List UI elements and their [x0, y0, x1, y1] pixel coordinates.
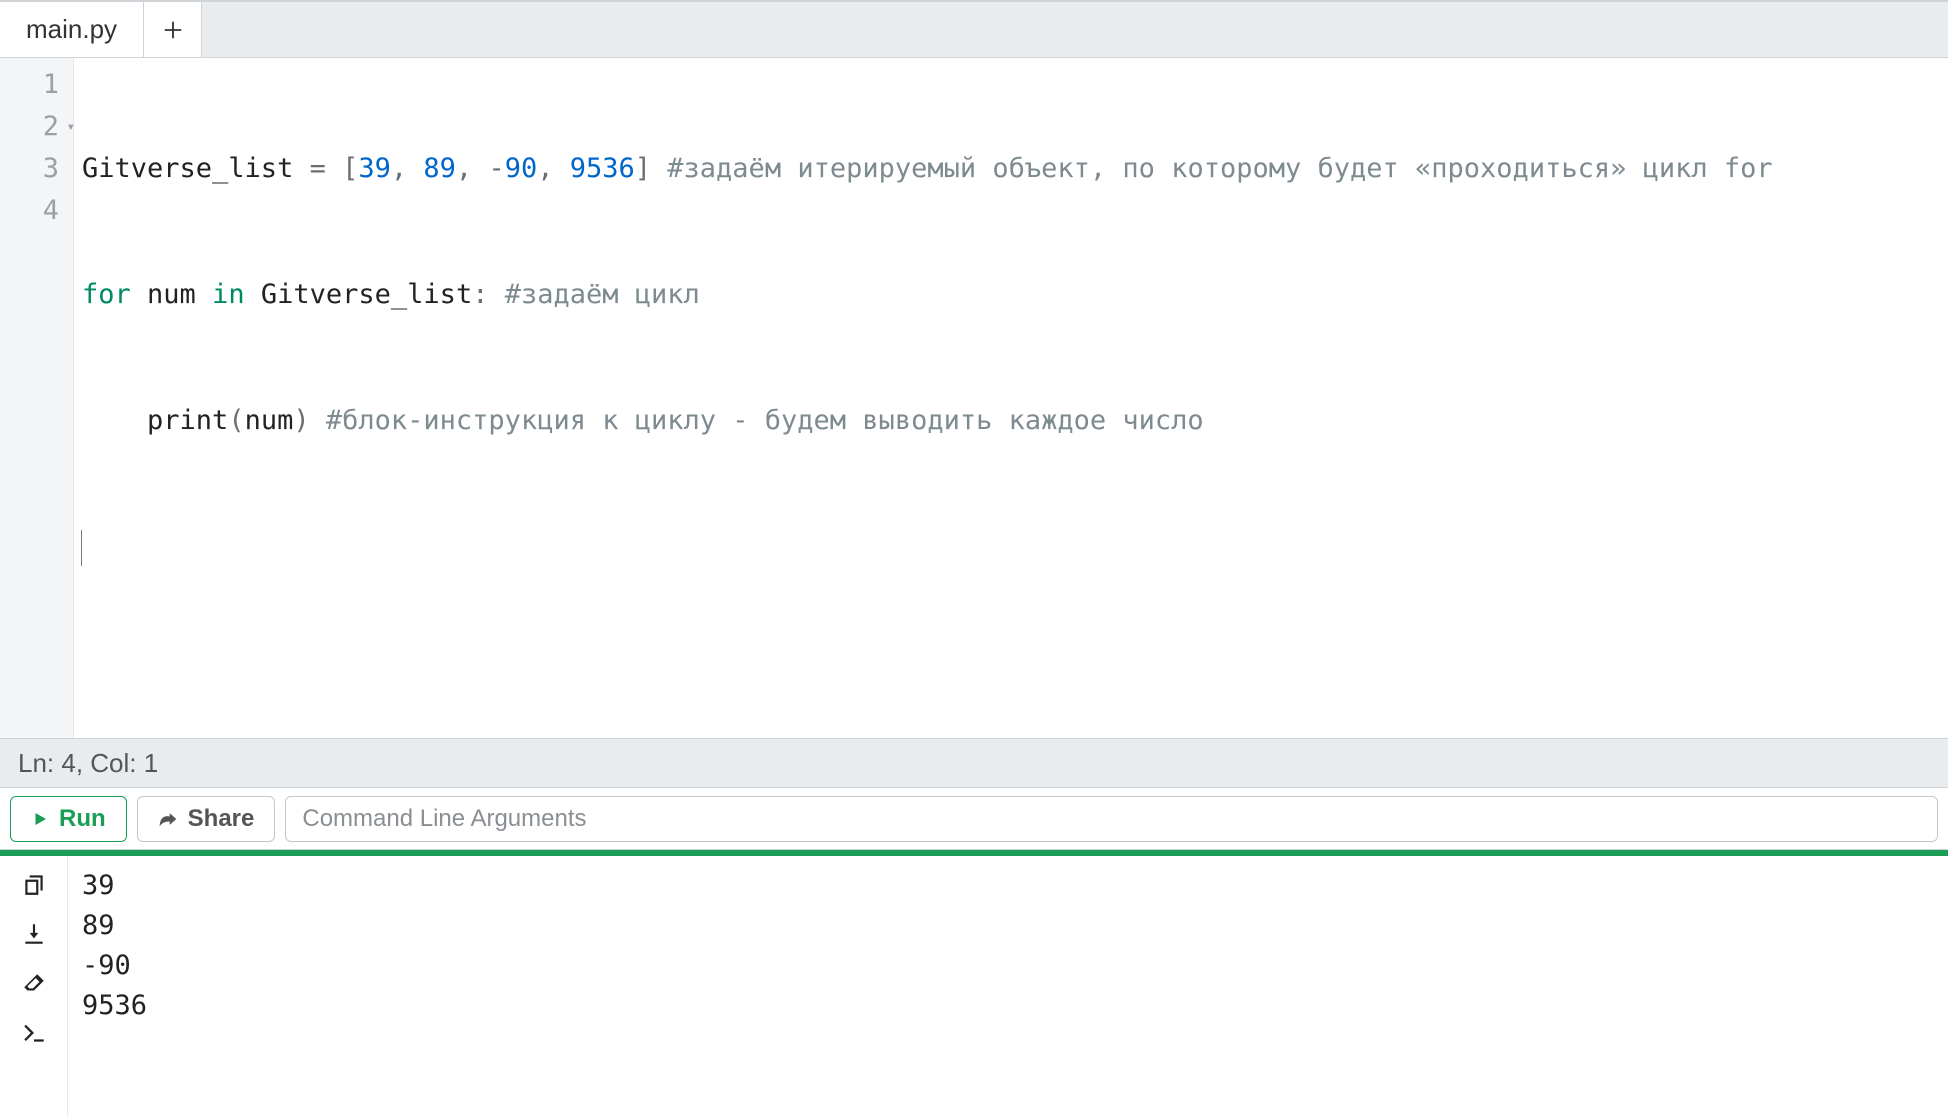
output-text[interactable]: 39 89 -90 9536	[68, 856, 1948, 1116]
output-line: 39	[82, 870, 115, 901]
code-line: Gitverse_list = [39, 89, -90, 9536] #зад…	[82, 148, 1948, 190]
status-bar: Ln: 4, Col: 1	[0, 738, 1948, 788]
play-icon	[31, 810, 49, 828]
output-panel: 39 89 -90 9536	[0, 856, 1948, 1116]
code-line: for num in Gitverse_list: #задаём цикл	[82, 274, 1948, 316]
line-number: 1	[0, 64, 73, 106]
terminal-button[interactable]	[20, 1020, 48, 1048]
share-button[interactable]: Share	[137, 796, 276, 842]
erase-icon	[21, 971, 47, 997]
output-sidebar	[0, 856, 68, 1116]
copy-icon	[21, 871, 47, 897]
cursor-position: Ln: 4, Col: 1	[18, 748, 158, 779]
share-label: Share	[188, 805, 255, 833]
output-line: 9536	[82, 990, 147, 1021]
new-tab-button[interactable]	[144, 2, 202, 57]
toolbar: Run Share	[0, 788, 1948, 850]
output-line: 89	[82, 910, 115, 941]
tab-label: main.py	[26, 14, 117, 45]
download-button[interactable]	[20, 920, 48, 948]
code-line	[82, 526, 1948, 568]
line-number: 3	[0, 148, 73, 190]
tab-bar: main.py	[0, 0, 1948, 58]
tab-main-py[interactable]: main.py	[0, 2, 144, 57]
command-line-arguments-input[interactable]	[285, 796, 1938, 842]
plus-icon	[162, 19, 184, 41]
code-line: print(num) #блок-инструкция к циклу - бу…	[82, 400, 1948, 442]
run-button[interactable]: Run	[10, 796, 127, 842]
share-icon	[158, 809, 178, 829]
editor: 1 2 3 4 Gitverse_list = [39, 89, -90, 95…	[0, 58, 1948, 738]
code-area[interactable]: Gitverse_list = [39, 89, -90, 9536] #зад…	[74, 58, 1948, 738]
download-icon	[21, 921, 47, 947]
line-number: 4	[0, 190, 73, 232]
clear-button[interactable]	[20, 970, 48, 998]
line-number-gutter: 1 2 3 4	[0, 58, 74, 738]
cursor	[81, 530, 82, 566]
line-number: 2	[0, 106, 73, 148]
run-label: Run	[59, 805, 106, 833]
output-line: -90	[82, 950, 131, 981]
copy-button[interactable]	[20, 870, 48, 898]
terminal-icon	[21, 1021, 47, 1047]
